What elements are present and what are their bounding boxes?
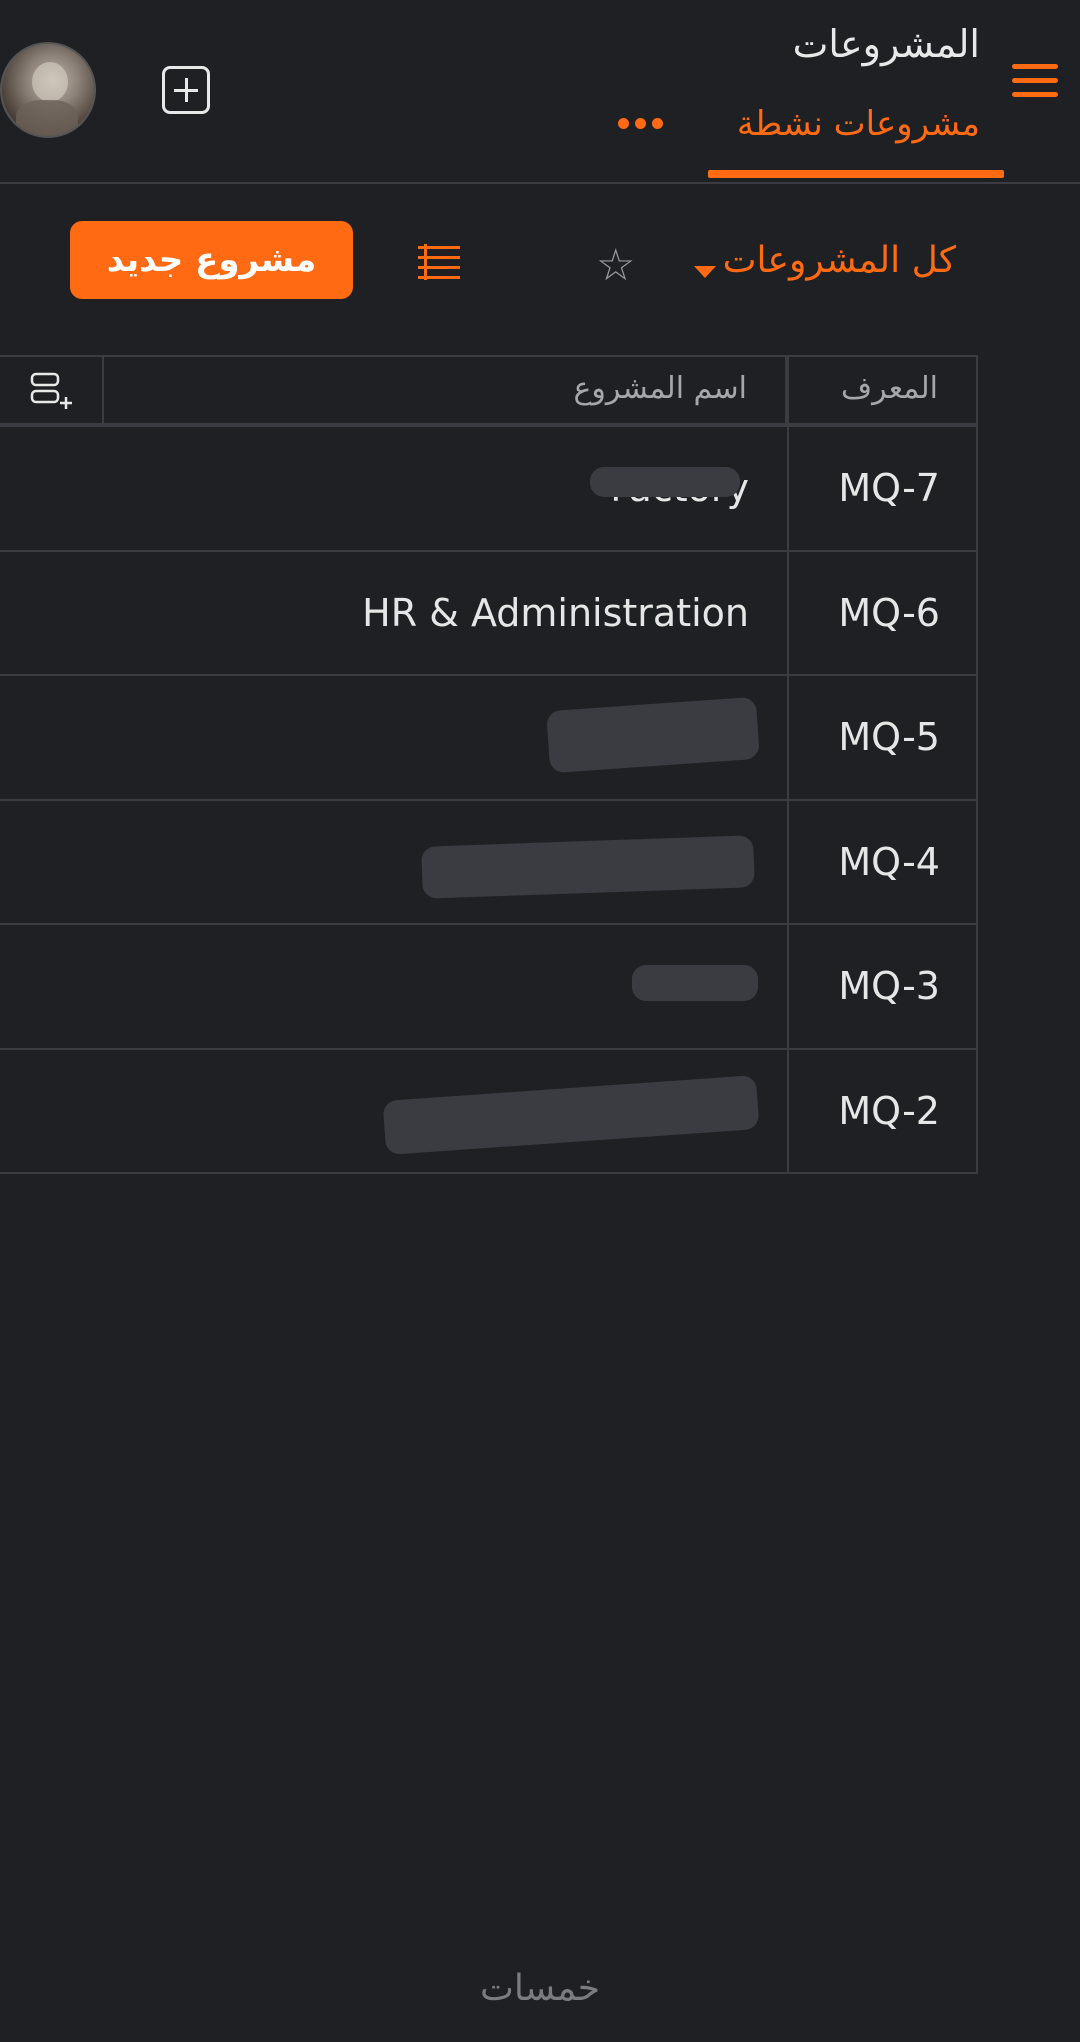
table-row[interactable]: MQ-6 HR & Administration: [0, 551, 978, 676]
active-tab-indicator: [708, 170, 1004, 178]
project-id: MQ-3: [787, 925, 978, 1048]
table-row[interactable]: MQ-3 St: [0, 925, 978, 1050]
table-row[interactable]: MQ-5 Hl asly: [0, 676, 978, 801]
hamburger-menu-icon[interactable]: [1012, 64, 1058, 104]
new-project-button[interactable]: مشروع جديد: [70, 221, 353, 299]
list-view-icon[interactable]: [418, 244, 466, 284]
column-header-id[interactable]: المعرف: [787, 357, 978, 427]
project-id: MQ-7: [787, 427, 978, 550]
project-id: MQ-2: [787, 1049, 978, 1172]
project-filter-dropdown[interactable]: كل المشروعات: [723, 240, 956, 281]
project-id: MQ-4: [787, 800, 978, 923]
table-row[interactable]: MQ-4 Mar g: [0, 800, 978, 925]
footer-brand-logo: خمسات: [479, 1968, 601, 2009]
add-column-icon[interactable]: [30, 371, 74, 411]
avatar[interactable]: [0, 42, 96, 138]
add-column-cell: [0, 357, 104, 427]
project-name[interactable]: HR & Administration: [0, 552, 787, 675]
table-row[interactable]: MQ-7 Factory: [0, 427, 978, 552]
projects-table: المعرف اسم المشروع MQ-7 Factory MQ-6 HR …: [0, 355, 978, 1174]
page-title: المشروعات: [792, 22, 980, 66]
column-header-name[interactable]: اسم المشروع: [102, 357, 787, 427]
tab-active-projects[interactable]: مشروعات نشطة: [737, 104, 980, 144]
redaction-mark: [632, 965, 758, 1001]
project-id: MQ-6: [787, 551, 978, 674]
add-square-icon[interactable]: [162, 66, 210, 114]
redaction-mark: [590, 467, 740, 497]
caret-down-icon[interactable]: [694, 266, 716, 278]
column-header-name-label: اسم المشروع: [573, 371, 748, 406]
column-header-id-label: المعرف: [841, 371, 938, 406]
app-screen: المشروعات مشروعات نشطة مشروع جديد ☆ كل ا…: [0, 0, 1080, 2042]
top-header: المشروعات مشروعات نشطة: [0, 0, 1080, 184]
star-icon[interactable]: ☆: [596, 244, 635, 288]
more-icon[interactable]: [618, 118, 663, 129]
table-row[interactable]: MQ-2 R n: [0, 1049, 978, 1174]
redaction-mark: [421, 834, 755, 899]
project-id: MQ-5: [787, 676, 978, 799]
table-header: المعرف اسم المشروع: [0, 355, 978, 427]
